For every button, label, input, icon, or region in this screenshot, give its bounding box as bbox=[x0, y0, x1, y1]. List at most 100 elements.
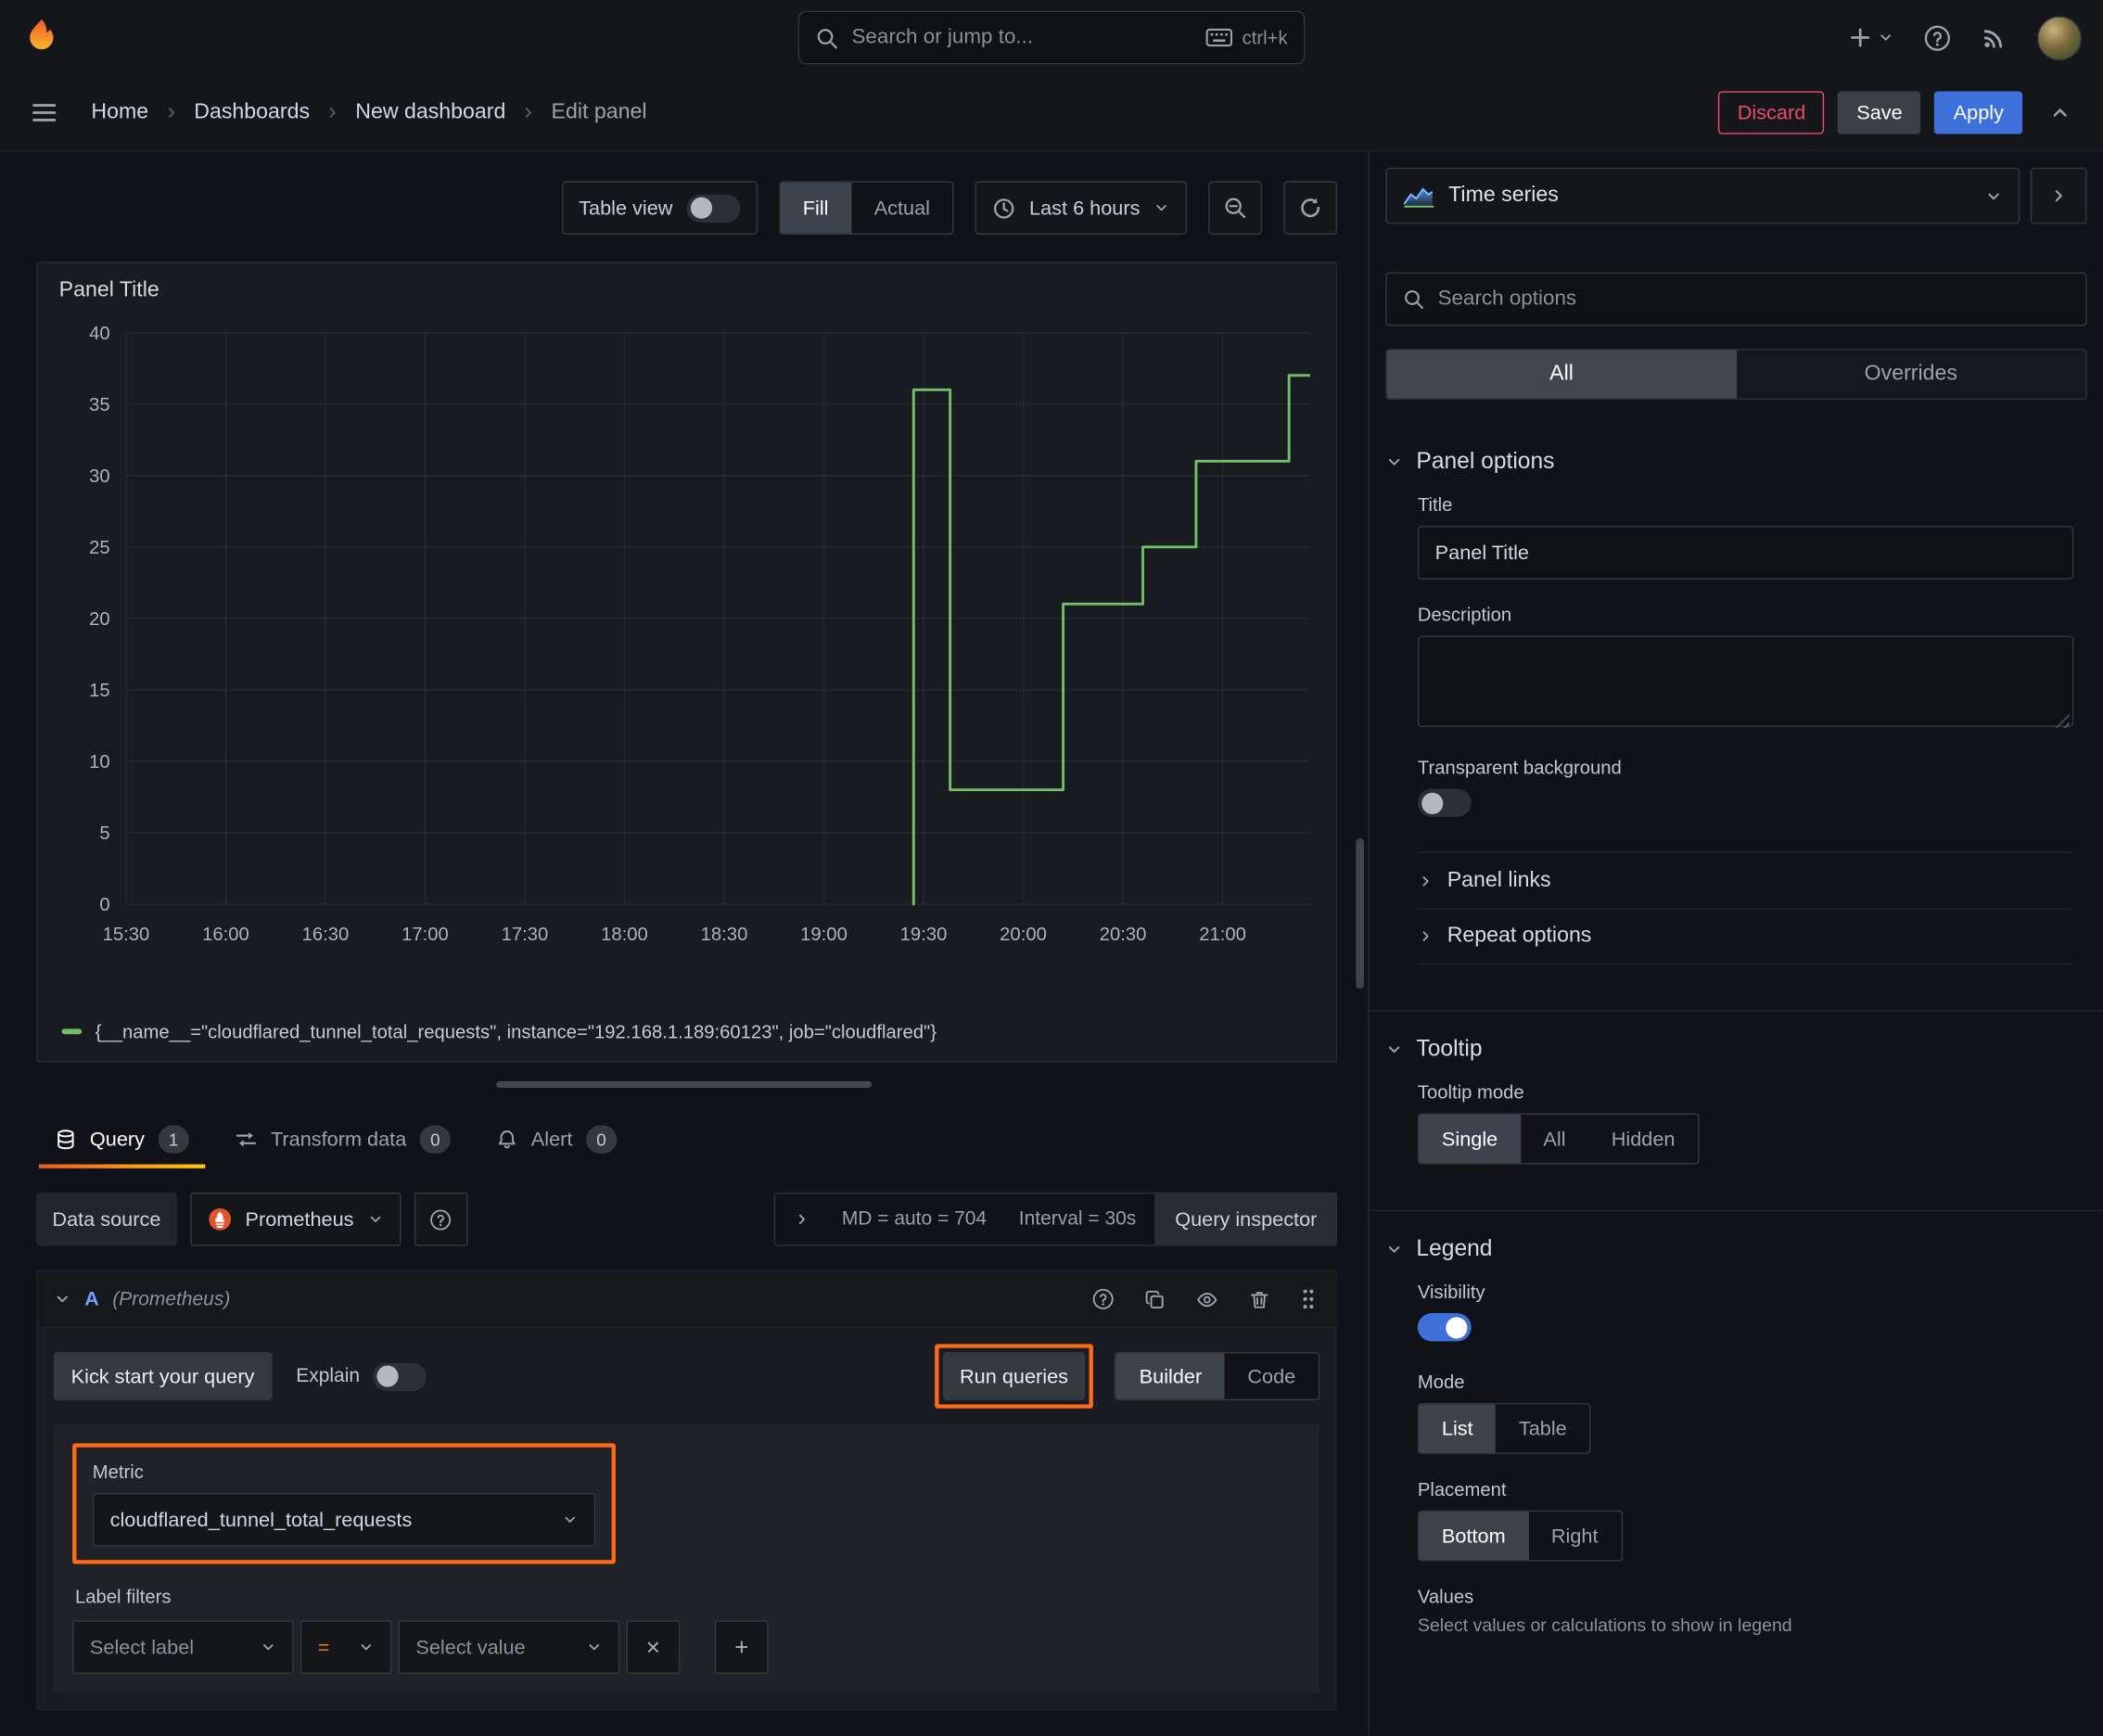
data-source-help-button[interactable] bbox=[414, 1192, 468, 1246]
apply-button[interactable]: Apply bbox=[1934, 91, 2023, 134]
tab-transform-count: 0 bbox=[419, 1124, 452, 1154]
actual-option[interactable]: Actual bbox=[851, 183, 952, 234]
panel-description-textarea[interactable] bbox=[1417, 635, 2074, 727]
tab-overrides[interactable]: Overrides bbox=[1736, 351, 2085, 399]
legend-placement-bottom[interactable]: Bottom bbox=[1419, 1512, 1529, 1561]
label-filters-row: Select label = Select value × + bbox=[72, 1620, 1301, 1675]
query-ref-id[interactable]: A bbox=[84, 1288, 99, 1311]
metric-select[interactable]: cloudflared_tunnel_total_requests bbox=[92, 1492, 596, 1547]
shortcut-text: ctrl+k bbox=[1242, 26, 1288, 49]
nav-bar: Home Dashboards New dashboard Edit panel… bbox=[0, 75, 2103, 152]
refresh-button[interactable] bbox=[1283, 181, 1338, 236]
panel-actions: Discard Save Apply bbox=[1718, 91, 2079, 134]
tooltip-mode-single[interactable]: Single bbox=[1419, 1114, 1521, 1164]
kick-start-button[interactable]: Kick start your query bbox=[53, 1352, 273, 1401]
query-inspector-button[interactable]: Query inspector bbox=[1154, 1194, 1336, 1245]
options-search-input[interactable] bbox=[1437, 287, 2070, 312]
svg-text:17:30: 17:30 bbox=[502, 925, 549, 945]
query-help-button[interactable] bbox=[1090, 1285, 1117, 1313]
tooltip-mode-all[interactable]: All bbox=[1521, 1115, 1588, 1163]
clock-icon bbox=[994, 198, 1015, 218]
repeat-options-row[interactable]: Repeat options bbox=[1417, 908, 2074, 964]
legend-mode-list[interactable]: List bbox=[1419, 1404, 1497, 1453]
grafana-logo-icon[interactable] bbox=[21, 18, 61, 57]
explain-toggle[interactable] bbox=[373, 1361, 427, 1391]
svg-text:0: 0 bbox=[99, 895, 109, 915]
hide-query-button[interactable] bbox=[1192, 1285, 1222, 1312]
query-row-header[interactable]: A (Prometheus) bbox=[37, 1271, 1336, 1328]
tab-query[interactable]: Query 1 bbox=[36, 1109, 208, 1168]
tab-query-count: 1 bbox=[158, 1124, 189, 1154]
tab-alert[interactable]: Alert 0 bbox=[478, 1109, 635, 1168]
options-search[interactable] bbox=[1385, 272, 2087, 326]
select-value-dropdown[interactable]: Select value bbox=[398, 1620, 620, 1675]
remove-filter-button[interactable]: × bbox=[626, 1620, 681, 1675]
svg-text:20: 20 bbox=[89, 609, 110, 630]
tooltip-header[interactable]: Tooltip bbox=[1385, 1036, 2086, 1063]
chart-canvas[interactable]: 0 5 10 15 20 25 30 35 40 15:30 16:00 16:30 17:00 17:3… bbox=[59, 306, 1318, 976]
collapse-toolbar-button[interactable] bbox=[2041, 94, 2079, 132]
legend-header[interactable]: Legend bbox=[1385, 1235, 2086, 1262]
tab-alert-label: Alert bbox=[530, 1127, 573, 1151]
duplicate-query-button[interactable] bbox=[1141, 1285, 1168, 1312]
builder-option[interactable]: Builder bbox=[1116, 1353, 1225, 1399]
legend-placement-right[interactable]: Right bbox=[1528, 1512, 1621, 1560]
panel-resize-handle[interactable] bbox=[496, 1080, 873, 1089]
legend-mode-table[interactable]: Table bbox=[1496, 1404, 1589, 1452]
panel-title-input[interactable] bbox=[1417, 526, 2074, 580]
legend-visibility-toggle[interactable] bbox=[1417, 1313, 1472, 1342]
collapse-options-pane-button[interactable] bbox=[2030, 167, 2087, 224]
legend-series-label[interactable]: {__name__="cloudflared_tunnel_total_requ… bbox=[96, 1021, 937, 1042]
main-scrollbar-thumb[interactable] bbox=[1356, 838, 1365, 989]
new-menu-button[interactable] bbox=[1848, 25, 1893, 49]
zoom-out-button[interactable] bbox=[1208, 181, 1263, 236]
shortcut-hint: ctrl+k bbox=[1205, 26, 1288, 49]
plus-icon bbox=[1851, 28, 1870, 47]
section-panel-options: Panel options Title Description bbox=[1370, 424, 2103, 986]
chevron-down-icon bbox=[1156, 205, 1166, 211]
legend-series-swatch[interactable] bbox=[61, 1028, 83, 1035]
help-button[interactable] bbox=[1923, 23, 1951, 51]
visualization-picker[interactable]: Time series bbox=[1385, 167, 2020, 224]
query-options-toggle[interactable]: MD = auto = 704 Interval = 30s bbox=[775, 1208, 1155, 1230]
drag-handle[interactable] bbox=[1297, 1285, 1320, 1313]
panel-options-header[interactable]: Panel options bbox=[1385, 448, 2086, 475]
interval-stat: Interval = 30s bbox=[1018, 1208, 1137, 1231]
tooltip-mode-hidden[interactable]: Hidden bbox=[1588, 1115, 1698, 1163]
tab-all-options[interactable]: All bbox=[1386, 350, 1737, 399]
legend-values-field: Values Select values or calculations to … bbox=[1418, 1586, 2073, 1636]
discard-button[interactable]: Discard bbox=[1718, 91, 1825, 134]
table-view-toggle[interactable] bbox=[685, 194, 740, 223]
description-label: Description bbox=[1417, 603, 1512, 626]
mega-menu-button[interactable] bbox=[24, 93, 64, 133]
query-toolbar-right: Run queries Builder Code bbox=[934, 1344, 1320, 1409]
time-range-picker[interactable]: Last 6 hours bbox=[975, 181, 1188, 236]
data-source-picker[interactable]: Prometheus bbox=[190, 1192, 401, 1246]
tab-transform[interactable]: Transform data 0 bbox=[216, 1109, 470, 1168]
chevron-right-icon bbox=[525, 108, 532, 118]
editor-tabs: Query 1 Transform data 0 Alert 0 bbox=[36, 1109, 1337, 1168]
legend-mode-label: Mode bbox=[1417, 1371, 1465, 1393]
run-queries-button[interactable]: Run queries bbox=[942, 1352, 1086, 1401]
svg-text:19:00: 19:00 bbox=[800, 925, 848, 945]
news-button[interactable] bbox=[1981, 24, 2007, 51]
table-view-control[interactable]: Table view bbox=[561, 181, 758, 236]
chevron-down-icon bbox=[1388, 458, 1400, 465]
add-filter-button[interactable]: + bbox=[714, 1620, 769, 1675]
delete-query-button[interactable] bbox=[1246, 1285, 1273, 1312]
panel-title[interactable]: Panel Title bbox=[38, 263, 1336, 303]
global-search-input[interactable]: Search or jump to... ctrl+k bbox=[797, 10, 1306, 65]
transparent-background-toggle[interactable] bbox=[1417, 788, 1472, 817]
breadcrumb-dashboards[interactable]: Dashboards bbox=[194, 100, 310, 124]
operator-dropdown[interactable]: = bbox=[300, 1620, 392, 1675]
copy-icon bbox=[1145, 1290, 1164, 1308]
fill-option[interactable]: Fill bbox=[780, 182, 852, 234]
close-icon: × bbox=[645, 1633, 661, 1660]
breadcrumb-home[interactable]: Home bbox=[91, 100, 148, 124]
save-button[interactable]: Save bbox=[1837, 91, 1921, 134]
breadcrumb-new-dashboard[interactable]: New dashboard bbox=[355, 100, 505, 124]
code-option[interactable]: Code bbox=[1225, 1353, 1319, 1398]
panel-links-row[interactable]: Panel links bbox=[1417, 851, 2074, 908]
user-avatar[interactable] bbox=[2037, 15, 2082, 60]
select-label-dropdown[interactable]: Select label bbox=[72, 1620, 294, 1675]
